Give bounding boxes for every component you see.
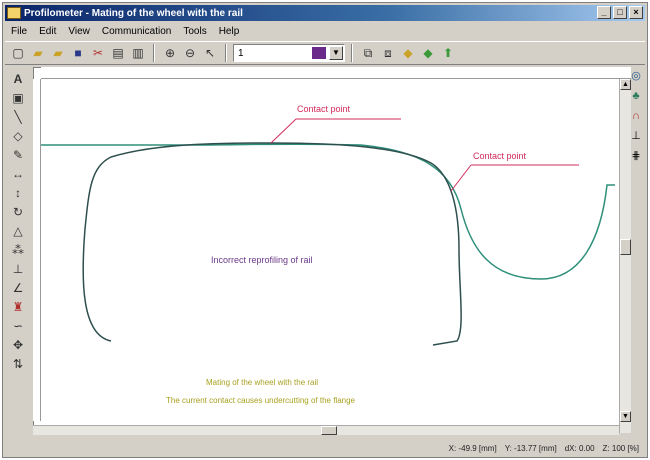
- status-y: Y: -13.77 [mm]: [504, 443, 557, 453]
- profile-drawing: Contact point Contact point Incorrect re…: [41, 104, 615, 405]
- toolbar-separator: [153, 44, 155, 62]
- points-tool-icon[interactable]: ⁂: [8, 242, 28, 258]
- measure-tool-icon[interactable]: ⊥: [8, 261, 28, 277]
- close-button[interactable]: ×: [629, 6, 643, 19]
- triangle-tool-icon[interactable]: △: [8, 223, 28, 239]
- status-dx: dX: 0.00: [564, 443, 595, 453]
- curve-tool-icon[interactable]: ∽: [8, 318, 28, 334]
- line-width-combo[interactable]: 1 ▼: [233, 44, 345, 62]
- rotate-tool-icon[interactable]: ↻: [8, 204, 28, 220]
- scroll-down-icon[interactable]: ▼: [620, 411, 631, 422]
- vertical-ruler: [33, 79, 41, 421]
- zoom-in-icon[interactable]: ⊕: [161, 44, 179, 62]
- contact-point-label-right: Contact point: [473, 151, 527, 161]
- vertical-dimension-icon[interactable]: ↕: [8, 185, 28, 201]
- open-file-icon[interactable]: ▰: [49, 44, 67, 62]
- import-icon[interactable]: ◆: [419, 44, 437, 62]
- contact-point-label-top: Contact point: [297, 104, 351, 114]
- angle-tool-icon[interactable]: ∠: [8, 280, 28, 296]
- save-icon[interactable]: ■: [69, 44, 87, 62]
- window-title: Profilometer - Mating of the wheel with …: [24, 7, 243, 19]
- left-toolbox: A ▣ ╲ ◇ ✎ ↔ ↕ ↻ △ ⁂ ⊥ ∠ ♜ ∽ ✥ ⇅: [5, 67, 31, 439]
- menu-file[interactable]: File: [5, 26, 33, 37]
- menu-communication[interactable]: Communication: [96, 26, 177, 37]
- paste-icon[interactable]: ⧈: [379, 44, 397, 62]
- menu-help[interactable]: Help: [213, 26, 246, 37]
- contact-point-annotation-top: Contact point: [270, 104, 401, 144]
- menu-view[interactable]: View: [62, 26, 96, 37]
- note-line-1: Mating of the wheel with the rail: [206, 378, 318, 387]
- maximize-button[interactable]: □: [613, 6, 627, 19]
- profile-tool-icon[interactable]: ♜: [8, 299, 28, 315]
- vertical-scroll-thumb[interactable]: [620, 239, 631, 255]
- wheel-profile-curve[interactable]: [82, 142, 462, 346]
- menu-edit[interactable]: Edit: [33, 26, 62, 37]
- print-preview-icon[interactable]: ▥: [129, 44, 147, 62]
- swap-tool-icon[interactable]: ⇅: [8, 356, 28, 372]
- toolbar-separator: [351, 44, 353, 62]
- line-tool-icon[interactable]: ╲: [8, 109, 28, 125]
- window-controls: _ □ ×: [597, 6, 643, 19]
- contact-point-annotation-right: Contact point: [450, 151, 579, 192]
- print-icon[interactable]: ▤: [109, 44, 127, 62]
- zoom-out-icon[interactable]: ⊖: [181, 44, 199, 62]
- line-width-value: 1: [238, 47, 244, 59]
- chevron-down-icon[interactable]: ▼: [329, 46, 343, 60]
- text-tool-icon[interactable]: A: [8, 71, 28, 87]
- open-folder-icon[interactable]: ▰: [29, 44, 47, 62]
- node-tool-icon[interactable]: ◇: [8, 128, 28, 144]
- scroll-up-icon[interactable]: ▲: [620, 79, 631, 90]
- line-color-swatch[interactable]: [312, 47, 326, 59]
- frame-tool-icon[interactable]: ▣: [8, 90, 28, 106]
- dimension-tool-icon[interactable]: ↔: [8, 166, 28, 182]
- move-tool-icon[interactable]: ✥: [8, 337, 28, 353]
- export-icon[interactable]: ◆: [399, 44, 417, 62]
- status-zoom: Z: 100 [%]: [602, 443, 639, 453]
- application-window: Profilometer - Mating of the wheel with …: [2, 2, 648, 458]
- horizontal-scrollbar[interactable]: [33, 425, 619, 435]
- horizontal-scroll-thumb[interactable]: [321, 426, 337, 435]
- main-toolbar: ▢ ▰ ▰ ■ ✂ ▤ ▥ ⊕ ⊖ ↖ 1 ▼ ⧉ ⧈ ◆ ◆ ⬆: [5, 41, 645, 65]
- menu-tools[interactable]: Tools: [177, 26, 212, 37]
- pointer-icon[interactable]: ↖: [201, 44, 219, 62]
- horizontal-ruler: [41, 67, 631, 79]
- app-icon: [7, 7, 21, 19]
- note-line-2: The current contact causes undercutting …: [166, 396, 356, 405]
- pencil-tool-icon[interactable]: ✎: [8, 147, 28, 163]
- title-bar[interactable]: Profilometer - Mating of the wheel with …: [5, 5, 645, 21]
- cut-icon[interactable]: ✂: [89, 44, 107, 62]
- new-file-icon[interactable]: ▢: [9, 44, 27, 62]
- rail-profile-curve[interactable]: [41, 143, 615, 280]
- vertical-scrollbar[interactable]: ▲ ▼: [619, 79, 631, 433]
- toolbar-separator: [225, 44, 227, 62]
- arrow-up-icon[interactable]: ⬆: [439, 44, 457, 62]
- minimize-button[interactable]: _: [597, 6, 611, 19]
- copy-icon[interactable]: ⧉: [359, 44, 377, 62]
- menu-bar: File Edit View Communication Tools Help: [5, 23, 645, 39]
- status-x: X: -49.9 [mm]: [448, 443, 497, 453]
- profile-label: Incorrect reprofiling of rail: [211, 255, 313, 265]
- status-bar: X: -49.9 [mm] Y: -13.77 [mm] dX: 0.00 Z:…: [5, 439, 645, 457]
